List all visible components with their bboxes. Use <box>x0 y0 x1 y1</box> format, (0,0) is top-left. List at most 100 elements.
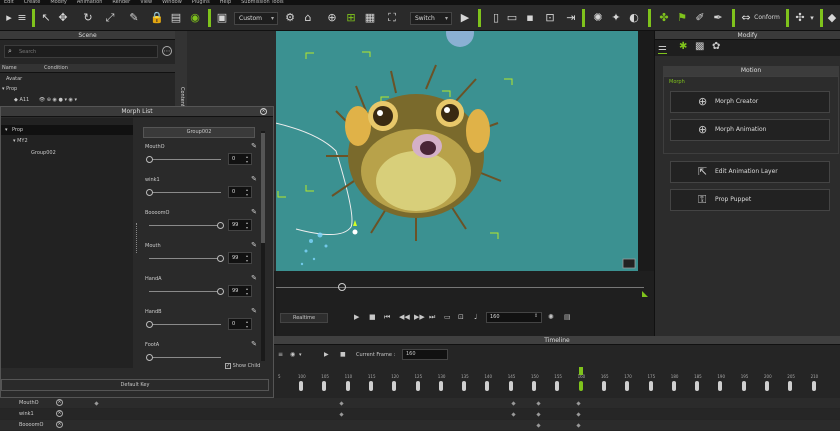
scene-item-avatar[interactable]: Avatar <box>6 76 22 82</box>
morph-slider-knob[interactable] <box>146 189 153 196</box>
camera-switch-dropdown[interactable]: Switch ▾ <box>410 12 452 25</box>
lock-icon[interactable]: 🔒 <box>150 11 164 25</box>
play-icon[interactable]: ▶ <box>354 313 359 321</box>
timeline-play-icon[interactable]: ▶ <box>324 351 329 358</box>
frame-spinner-icon[interactable]: ⇕ <box>534 313 538 319</box>
tree-item-prop[interactable]: ▾ Prop <box>1 125 133 135</box>
morph-slider-track[interactable] <box>149 159 221 160</box>
settings-icon[interactable]: ⚙ <box>284 11 296 25</box>
loop-icon[interactable]: ▭ <box>444 313 451 321</box>
compass-icon[interactable]: ✣ <box>794 11 806 25</box>
morph-slider-knob[interactable] <box>217 255 225 262</box>
splitter[interactable] <box>135 118 141 368</box>
view-mode-dropdown[interactable]: Custom ▾ <box>234 12 278 25</box>
playhead[interactable] <box>578 367 583 375</box>
keyframe-marker[interactable] <box>578 381 583 391</box>
timeline-frame-field[interactable]: 160 <box>402 349 448 360</box>
keyframe-marker[interactable] <box>625 381 630 391</box>
keyframe-marker[interactable] <box>811 381 816 391</box>
physics-tab-icon[interactable]: ✿ <box>712 41 720 52</box>
show-child-checkbox[interactable]: ✓ Show Child <box>225 363 260 369</box>
spinner-icon[interactable]: ▴ ▾ <box>246 253 248 263</box>
keyframe-marker[interactable] <box>555 381 560 391</box>
morph-slider-knob[interactable] <box>146 321 153 328</box>
edit-pencil-icon[interactable]: ✎ <box>251 208 257 216</box>
morph-slider-value[interactable]: 0 <box>228 186 252 198</box>
next-frame-icon[interactable]: ▶▶ <box>414 313 425 321</box>
paint-icon[interactable]: ✎ <box>128 11 140 25</box>
keyframe-marker[interactable] <box>485 381 490 391</box>
edit-pencil-icon[interactable]: ✎ <box>251 175 257 183</box>
keyframe-marker[interactable] <box>695 381 700 391</box>
prev-frame-icon[interactable]: ◀◀ <box>399 313 410 321</box>
scene-search-field[interactable]: ⌕ Search <box>4 45 158 58</box>
keyframe-marker[interactable] <box>788 381 793 391</box>
morph-slider-track[interactable] <box>149 291 221 292</box>
morph-slider-track[interactable] <box>149 324 221 325</box>
prop-puppet-button[interactable]: ⚿ Prop Puppet <box>670 189 830 211</box>
frame-icon[interactable]: ⛶ <box>386 11 398 25</box>
spinner-icon[interactable]: ▴ ▾ <box>246 220 248 230</box>
motion-tab-icon[interactable]: ✱ <box>679 41 687 52</box>
scene-options-icon[interactable]: ⋯ <box>162 46 172 56</box>
keyframe-marker[interactable] <box>345 381 350 391</box>
new-file-icon[interactable]: ▯ <box>490 11 502 25</box>
keyframe-marker[interactable] <box>322 381 327 391</box>
motion-section-header[interactable]: Motion <box>663 66 839 76</box>
keyboard-icon[interactable]: ▤ <box>564 313 571 321</box>
edit-pencil-icon[interactable]: ✎ <box>251 340 257 348</box>
rotate-icon[interactable]: ↻ <box>82 11 94 25</box>
record-icon[interactable]: ⊡ <box>458 313 464 321</box>
sparkle-icon[interactable]: ✦ <box>610 11 622 25</box>
keyframe-marker[interactable] <box>462 381 467 391</box>
flag-icon[interactable]: ⚑ <box>676 11 688 25</box>
visibility-eye-icon[interactable]: ◉ <box>188 11 202 25</box>
spinner-icon[interactable]: ▴ ▾ <box>246 286 248 296</box>
keyframe-marker[interactable] <box>741 381 746 391</box>
video-camera-icon[interactable]: ▶ <box>458 11 472 25</box>
morph-slider-value[interactable]: 99 <box>228 285 252 297</box>
sliders-tab-icon[interactable]: ⚌ <box>658 42 667 54</box>
scene-item-prop[interactable]: ▾ Prop <box>2 86 17 92</box>
material-tab-icon[interactable]: ▩ <box>695 41 704 52</box>
viewport-keyboard-icon[interactable] <box>622 258 636 269</box>
conform-button[interactable]: Conform <box>754 11 780 25</box>
sync-icon[interactable]: ✺ <box>548 313 554 321</box>
chevron-down-icon[interactable]: ▾ <box>299 352 302 358</box>
timeline-stop-icon[interactable]: ■ <box>340 351 346 358</box>
scrub-track[interactable] <box>276 287 644 288</box>
remove-track-icon[interactable]: × <box>56 399 63 406</box>
edit-pencil-icon[interactable]: ✎ <box>251 274 257 282</box>
column-condition[interactable]: Condition <box>44 65 68 71</box>
light-icon[interactable]: ✺ <box>592 11 604 25</box>
stack-icon[interactable]: ≡ <box>16 11 28 25</box>
morph-slider-value[interactable]: 0 <box>228 153 252 165</box>
keyframe-marker[interactable] <box>508 381 513 391</box>
path-point[interactable] <box>352 229 358 235</box>
music-note-icon[interactable]: ♩ <box>474 313 477 321</box>
morph-slider-value[interactable]: 99 <box>228 219 252 231</box>
slider-scrollbar[interactable] <box>261 131 265 361</box>
track-row[interactable]: BoooomO × <box>0 420 840 430</box>
default-key-button[interactable]: Default Key <box>1 379 269 391</box>
object-icon[interactable]: ◆ <box>826 11 838 25</box>
home-icon[interactable]: ⌂ <box>302 11 314 25</box>
morph-slider-value[interactable]: 99 <box>228 252 252 264</box>
scene-item-a11[interactable]: ◆ A11 👁 ⊕ ◉ ● ▾ ◉ ▾ <box>14 97 174 103</box>
open-folder-icon[interactable]: ▭ <box>506 11 518 25</box>
morph-slider-knob[interactable] <box>217 222 225 229</box>
remove-track-icon[interactable]: × <box>56 410 63 417</box>
edit-pencil-icon[interactable]: ✎ <box>251 142 257 150</box>
sphere-icon[interactable]: ◐ <box>628 11 640 25</box>
zoom-icon[interactable]: ⊕ <box>326 11 338 25</box>
select-arrow-icon[interactable]: ↖ <box>40 11 52 25</box>
import-icon[interactable]: ⊡ <box>544 11 556 25</box>
save-view-icon[interactable]: ▣ <box>216 11 228 25</box>
morph-slider-value[interactable]: 0 <box>228 318 252 330</box>
spinner-icon[interactable]: ▴ ▾ <box>246 319 248 329</box>
close-icon[interactable]: × <box>260 108 267 115</box>
timeline-menu-icon[interactable]: ≡ <box>278 351 283 358</box>
pufferfish-model[interactable] <box>326 64 502 241</box>
fit-view-icon[interactable]: ⊞ <box>345 11 357 25</box>
morph-slider-track[interactable] <box>149 192 221 193</box>
